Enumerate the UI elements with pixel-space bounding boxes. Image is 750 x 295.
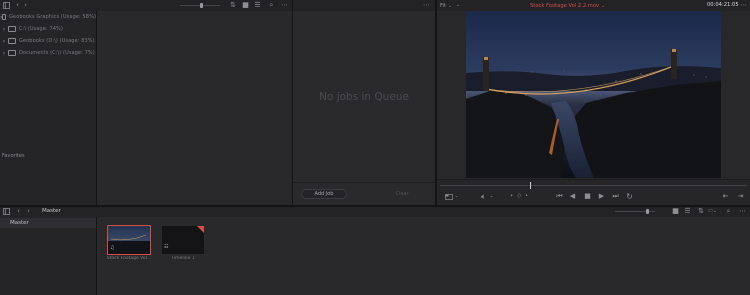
favorites-label: Favorites [2,153,25,159]
jog-control[interactable]: • ◇ • [510,193,529,199]
storage-location-label: Documents (C:\) (Usage: 7%) [19,50,95,56]
current-bin-title: Master [42,208,61,214]
viewer-options-chevron-icon[interactable]: ⌄ [455,2,461,9]
search-icon[interactable]: ⌕ [725,208,732,215]
video-frame-image [466,11,721,178]
timeline-icon: ☷ [164,244,169,250]
audio-chevron-icon[interactable]: ⌄ [489,193,494,200]
viewer-layout-icon[interactable] [444,193,453,200]
sort-icon[interactable]: ⇅ [229,2,237,9]
storage-location-row[interactable]: › C:\ (Usage: 74%) [0,24,96,34]
play-icon[interactable]: ▶︎ [597,192,606,201]
render-queue-empty-message: No jobs in Queue [319,91,409,103]
loop-icon[interactable]: ↻ [625,192,634,201]
list-view-icon[interactable]: ☰ [254,2,261,9]
metadata-view-icon[interactable]: ▭⌄ [708,208,717,215]
stop-icon[interactable]: ■ [583,192,592,201]
zoom-fit-dropdown[interactable]: Fit ⌄ [440,2,452,9]
media-storage-browser [97,11,292,205]
expand-chevron-icon[interactable]: › [0,26,8,33]
drive-icon [8,38,16,44]
more-options-icon[interactable]: ⋯ [422,2,431,9]
chevron-down-icon: ⌄ [447,2,453,9]
storage-location-label: Geobooks (D:\) (Usage: 83%) [19,38,95,44]
thumbnail-view-icon[interactable]: ▦ [242,2,249,9]
add-job-button[interactable]: Add Job [301,189,347,199]
mark-out-icon[interactable]: ⇥ [736,192,745,201]
clip-label: Stock Footage Vol... [106,256,152,261]
search-icon[interactable]: ⌕ [268,2,275,9]
mark-in-icon[interactable]: ⇤ [721,192,730,201]
timeline-clip-label: Timeline 1 [171,256,195,261]
storage-location-label: C:\ (Usage: 74%) [19,26,63,32]
list-view-icon[interactable]: ☰ [684,208,691,215]
go-to-end-icon[interactable]: ⏭︎ [611,192,620,201]
more-options-icon[interactable]: ⋯ [738,208,747,215]
clip-size-slider[interactable] [615,211,655,212]
sidebar-toggle-icon[interactable] [3,2,10,9]
go-to-start-icon[interactable]: ⏮︎ [555,192,564,201]
timeline-scrubber[interactable] [440,185,747,186]
clip-title-text: Stock Footage Vol 2.2.mov [530,2,600,9]
back-chevron-icon[interactable]: ‹ [14,2,21,9]
render-queue-toolbar [293,0,435,11]
chevron-down-icon: ⌄ [601,2,606,9]
clear-button[interactable]: Clear [379,189,425,199]
thumbnail-size-slider-handle[interactable] [200,3,203,8]
forward-chevron-icon[interactable]: › [25,208,32,215]
drive-icon [8,26,16,32]
clip-size-slider-handle[interactable] [646,209,649,214]
more-options-icon[interactable]: ⋯ [280,2,289,9]
storage-location-label: Geobooks Graphics (Usage: 58%) [9,14,96,20]
speaker-icon[interactable]: 🔈︎ [479,192,488,201]
chevron-down-icon[interactable]: ⌄ [454,193,459,200]
render-queue-panel [293,11,435,205]
storage-location-row[interactable]: › Documents (C:\) (Usage: 7%) [0,48,96,58]
queue-footer-divider [293,182,435,183]
bin-list-toggle-icon[interactable] [3,208,10,215]
bin-item-label: Master [10,220,29,226]
bin-item-master[interactable]: Master [0,218,96,228]
back-chevron-icon[interactable]: ‹ [15,208,22,215]
zoom-fit-label: Fit [440,2,446,9]
media-pool-toolbar [0,207,750,217]
timeline-corner-badge [197,226,204,233]
expand-chevron-icon[interactable]: › [0,38,8,45]
timecode-display: 00:04:21:05 [707,2,739,8]
drive-icon [8,50,16,56]
clip-title[interactable]: Stock Footage Vol 2.2.mov ⌄ [530,2,605,9]
expand-chevron-icon[interactable]: › [0,50,8,57]
storage-location-row[interactable]: › Geobooks (D:\) (Usage: 83%) [0,36,96,46]
drive-icon [2,14,7,20]
storage-location-row[interactable]: › Geobooks Graphics (Usage: 58%) [0,12,96,22]
audio-note-icon: ♫ [110,245,115,251]
play-reverse-icon[interactable]: ◀︎ [568,192,577,201]
sort-icon[interactable]: ⇅ [697,208,705,215]
more-options-icon[interactable]: ⋯ [739,2,748,9]
video-frame[interactable] [466,11,721,178]
forward-chevron-icon[interactable]: › [22,2,29,9]
scrubber-playhead[interactable] [530,182,531,189]
thumbnail-view-icon[interactable]: ▦ [672,208,679,215]
bin-list-panel [0,217,96,295]
